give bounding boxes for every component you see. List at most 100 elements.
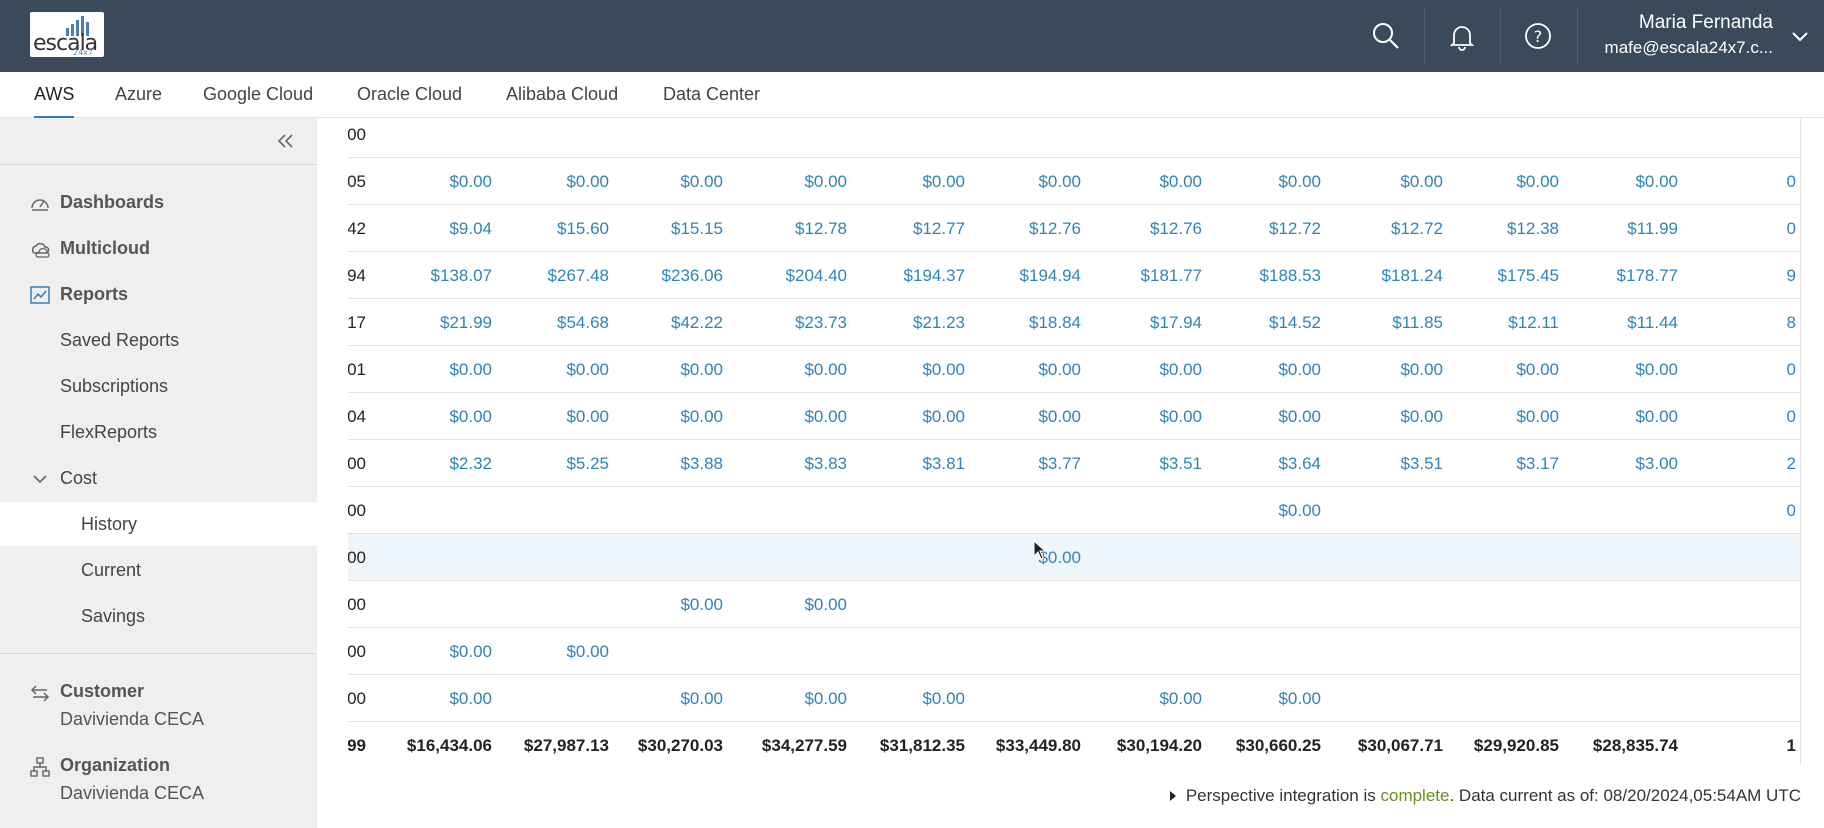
cost-cell[interactable]: $0.00 xyxy=(382,346,492,393)
cost-cell[interactable]: $3.83 xyxy=(737,440,847,487)
cost-cell[interactable]: $188.53 xyxy=(1211,252,1321,299)
cost-cell[interactable]: $0.00 xyxy=(382,393,492,440)
cost-cell[interactable]: $3.51 xyxy=(1333,440,1443,487)
cost-cell[interactable]: $0.00 xyxy=(855,346,965,393)
user-email[interactable]: mafe@escala24x7.c... xyxy=(1605,38,1773,58)
cost-cell[interactable]: $3.81 xyxy=(855,440,965,487)
table-row[interactable]: 9 $178.77 $175.45 $181.24 $188.53 $181.77 $194… xyxy=(348,252,1800,299)
bell-icon[interactable] xyxy=(1442,16,1482,56)
cost-cell[interactable]: $0.00 xyxy=(971,158,1081,205)
table-row[interactable]: $0.00 $0.00 xyxy=(348,534,1800,581)
cost-cell[interactable]: $5.25 xyxy=(499,440,609,487)
cost-cell[interactable]: $0.00 xyxy=(1211,393,1321,440)
cost-cell[interactable]: $0.00 xyxy=(1211,158,1321,205)
cost-cell[interactable]: $0.00 xyxy=(1568,393,1678,440)
sidebar-item-history[interactable]: History xyxy=(0,502,317,546)
cost-cell[interactable]: $0.00 xyxy=(613,393,723,440)
cost-cell[interactable]: $0.00 xyxy=(1092,675,1202,722)
cost-cell[interactable]: $9.04 xyxy=(382,205,492,252)
cost-cell[interactable]: 0 xyxy=(1766,487,1796,534)
tab-data-center[interactable]: Data Center xyxy=(663,84,760,116)
cost-cell[interactable]: $34,277.59 xyxy=(737,722,847,765)
cost-cell[interactable]: $0.00 xyxy=(1449,158,1559,205)
cost-cell[interactable]: $0.00 xyxy=(382,158,492,205)
table-row[interactable]: $0.00$0.00$0.00 xyxy=(348,628,1800,675)
cost-cell[interactable]: 0 xyxy=(1766,346,1796,393)
cost-cell[interactable]: $0.00 xyxy=(1092,393,1202,440)
cost-cell[interactable]: $28,835.74 xyxy=(1568,722,1678,765)
sidebar-item-current[interactable]: Current xyxy=(0,548,317,592)
cost-cell[interactable]: $30,194.20 xyxy=(1092,722,1202,765)
sidebar-item-dashboards[interactable]: Dashboards xyxy=(0,180,317,224)
sidebar-item-savings[interactable]: Savings xyxy=(0,594,317,638)
table-row[interactable]: 0 $0.00 $0.00 $0.00 $0.00 $0.00 $0.00 $0.00 $0.0… xyxy=(348,158,1800,205)
tab-aws[interactable]: AWS xyxy=(34,84,75,119)
cost-cell[interactable]: 0 xyxy=(1766,205,1796,252)
cost-cell[interactable]: $16,434.06 xyxy=(382,722,492,765)
cost-cell[interactable]: $12.11 xyxy=(1449,299,1559,346)
cost-cell[interactable]: $30,270.03 xyxy=(613,722,723,765)
tab-azure[interactable]: Azure xyxy=(115,84,162,116)
cost-cell[interactable]: $29,920.85 xyxy=(1449,722,1559,765)
table-row[interactable]: 2 $3.00 $3.17 $3.51 $3.64 $3.51 $3.77 $3.81 $3.8… xyxy=(348,440,1800,487)
cost-cell[interactable]: $0.00 xyxy=(855,158,965,205)
cost-cell[interactable]: $0.00 xyxy=(1092,346,1202,393)
cost-cell[interactable]: 8 xyxy=(1766,299,1796,346)
table-row[interactable]: 0 $0.00 $0.00 $0.00 $0.00 $0.00 $0.00 $0.00 $0.0… xyxy=(348,393,1800,440)
cost-cell[interactable]: $0.00 xyxy=(499,628,609,675)
cost-cell[interactable]: $0.00 xyxy=(499,158,609,205)
sidebar-item-subscriptions[interactable]: Subscriptions xyxy=(0,364,317,408)
organization-value[interactable]: Davivienda CECA xyxy=(60,783,204,804)
cost-cell[interactable]: $42.22 xyxy=(613,299,723,346)
tab-alibaba-cloud[interactable]: Alibaba Cloud xyxy=(506,84,618,116)
cost-cell[interactable]: $0.00 xyxy=(855,393,965,440)
cost-cell[interactable]: $3.64 xyxy=(1211,440,1321,487)
collapse-sidebar-icon[interactable] xyxy=(274,130,296,152)
cost-cell[interactable]: 0 xyxy=(1766,158,1796,205)
cost-cell[interactable]: $12.76 xyxy=(1092,205,1202,252)
cost-cell[interactable]: $0.00 xyxy=(613,158,723,205)
cost-cell[interactable]: $178.77 xyxy=(1568,252,1678,299)
cost-cell[interactable]: $12.76 xyxy=(971,205,1081,252)
cost-cell[interactable]: $0.00 xyxy=(737,393,847,440)
cost-cell[interactable]: $17.94 xyxy=(1092,299,1202,346)
cost-cell[interactable]: $3.00 xyxy=(1568,440,1678,487)
table-row[interactable]: 0 $0.00 $0.00 $0.00 $0.00 $0.00 $0.00 $0.00 $0.0… xyxy=(348,346,1800,393)
cost-cell[interactable]: $12.78 xyxy=(737,205,847,252)
cost-cell[interactable]: $18.84 xyxy=(971,299,1081,346)
cost-cell[interactable]: $15.60 xyxy=(499,205,609,252)
cost-cell[interactable]: $27,987.13 xyxy=(499,722,609,765)
cost-cell[interactable]: $267.48 xyxy=(499,252,609,299)
cost-cell[interactable]: $0.00 xyxy=(737,158,847,205)
cost-cell[interactable]: $30,660.25 xyxy=(1211,722,1321,765)
table-row[interactable]: $0.00$0.00$0.00 xyxy=(348,581,1800,628)
cost-cell[interactable]: $54.68 xyxy=(499,299,609,346)
cost-cell[interactable]: $0.00 xyxy=(499,393,609,440)
cost-cell[interactable]: $11.85 xyxy=(1333,299,1443,346)
cost-cell[interactable]: $2.32 xyxy=(382,440,492,487)
cost-cell[interactable]: $31,812.35 xyxy=(855,722,965,765)
table-row[interactable]: $0.00$0.00$0.00$0.00$0.00$0.00$0.00 xyxy=(348,675,1800,722)
table-row[interactable]: 0 $0.00 $0.00 xyxy=(348,487,1800,534)
cost-cell[interactable]: $0.00 xyxy=(1092,158,1202,205)
cost-cell[interactable]: $12.38 xyxy=(1449,205,1559,252)
cost-cell[interactable]: $33,449.80 xyxy=(971,722,1081,765)
tab-google-cloud[interactable]: Google Cloud xyxy=(203,84,313,116)
cost-cell[interactable]: $0.00 xyxy=(1568,158,1678,205)
cost-cell[interactable]: $0.00 xyxy=(1568,346,1678,393)
cost-cell[interactable]: $0.00 xyxy=(613,675,723,722)
cost-cell[interactable]: $0.00 xyxy=(613,346,723,393)
cost-cell[interactable]: 2 xyxy=(1766,440,1796,487)
cost-cell[interactable]: 1 xyxy=(1766,722,1796,765)
cost-cell[interactable]: $0.00 xyxy=(382,675,492,722)
cost-cell[interactable]: 0 xyxy=(1766,393,1796,440)
cost-cell[interactable]: $0.00 xyxy=(1211,346,1321,393)
cost-cell[interactable]: $0.00 xyxy=(1211,487,1321,534)
cost-cell[interactable]: $175.45 xyxy=(1449,252,1559,299)
cost-cell[interactable]: $12.72 xyxy=(1211,205,1321,252)
cost-cell[interactable]: $21.23 xyxy=(855,299,965,346)
cost-cell[interactable]: $0.00 xyxy=(1211,675,1321,722)
totals-row[interactable]: 1 $28,835.74 $29,920.85 $30,067.71 $30,660.2… xyxy=(348,722,1800,765)
search-icon[interactable] xyxy=(1366,16,1406,56)
cost-cell[interactable]: $0.00 xyxy=(382,628,492,675)
